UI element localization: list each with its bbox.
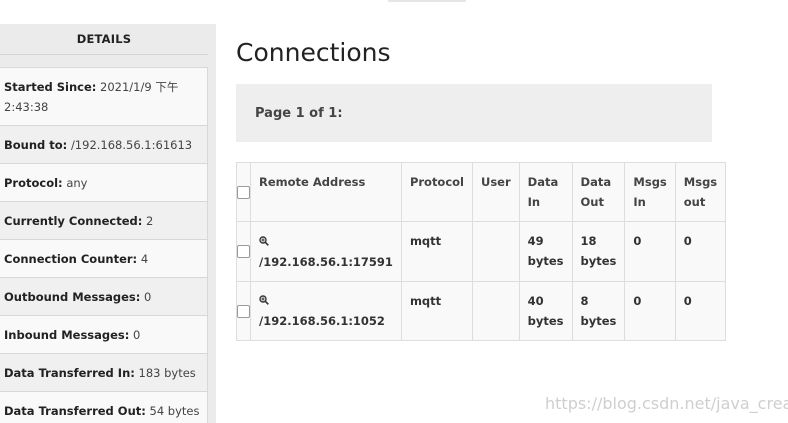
col-remote-address[interactable]: Remote Address [250, 162, 402, 222]
col-user[interactable]: User [472, 162, 520, 222]
remote-address-cell: /192.168.56.1:1052 [250, 280, 402, 341]
detail-value: 0 [144, 290, 152, 304]
detail-currently-connected: Currently Connected: 2 [0, 202, 208, 240]
select-all-checkbox[interactable] [237, 186, 250, 199]
page-indicator: Page 1 of 1: [255, 105, 343, 121]
detail-label: Outbound Messages: [4, 290, 141, 304]
detail-value: /192.168.56.1:61613 [70, 138, 193, 152]
table-row: /192.168.56.1:1052 mqtt 40 bytes 8 bytes… [236, 280, 727, 341]
detail-bound-to: Bound to: /192.168.56.1:61613 [0, 126, 208, 164]
msgs-out-cell: 0 [674, 280, 727, 341]
msgs-out-cell: 0 [674, 221, 727, 282]
table-row: /192.168.56.1:17591 mqtt 49 bytes 18 byt… [236, 221, 727, 282]
zoom-in-icon[interactable] [259, 291, 269, 311]
table-header-row: Remote Address Protocol User Data In Dat… [236, 162, 727, 222]
select-all-cell [236, 162, 251, 222]
row-checkbox[interactable] [237, 304, 250, 318]
detail-started-since: Started Since: 2021/1/9 下午 2:43:38 [0, 67, 208, 126]
row-checkbox[interactable] [237, 245, 250, 259]
remote-address: /192.168.56.1:17591 [259, 254, 393, 269]
col-msgs-out[interactable]: Msgs out [674, 162, 727, 222]
detail-label: Inbound Messages: [4, 328, 130, 342]
remote-address-cell: /192.168.56.1:17591 [250, 221, 402, 282]
row-select-cell [236, 280, 251, 341]
sidebar-title: DETAILS [0, 24, 208, 55]
top-divider [388, 0, 466, 2]
connections-table: Remote Address Protocol User Data In Dat… [236, 162, 727, 341]
pagination-bar: Page 1 of 1: [236, 84, 712, 142]
detail-label: Data Transferred Out: [4, 404, 146, 418]
data-in-cell: 49 bytes [518, 221, 573, 282]
details-sidebar: DETAILS Started Since: 2021/1/9 下午 2:43:… [0, 24, 216, 423]
user-cell [472, 280, 520, 341]
user-cell [472, 221, 520, 282]
msgs-in-cell: 0 [624, 221, 676, 282]
detail-inbound-messages: Inbound Messages: 0 [0, 316, 208, 354]
col-msgs-in[interactable]: Msgs In [624, 162, 676, 222]
detail-value: 183 bytes [138, 366, 196, 380]
col-data-out[interactable]: Data Out [571, 162, 626, 222]
remote-address: /192.168.56.1:1052 [259, 314, 385, 328]
detail-label: Connection Counter: [4, 252, 138, 266]
detail-label: Protocol: [4, 176, 63, 190]
detail-value: any [66, 176, 88, 190]
protocol-cell: mqtt [400, 280, 474, 341]
data-in-cell: 40 bytes [518, 280, 573, 341]
detail-data-transferred-out: Data Transferred Out: 54 bytes [0, 392, 208, 423]
detail-data-transferred-in: Data Transferred In: 183 bytes [0, 354, 208, 392]
detail-outbound-messages: Outbound Messages: 0 [0, 278, 208, 316]
col-data-in[interactable]: Data In [518, 162, 573, 222]
detail-value: 0 [133, 328, 141, 342]
detail-label: Bound to: [4, 138, 68, 152]
detail-value: 54 bytes [149, 404, 200, 418]
col-protocol[interactable]: Protocol [400, 162, 474, 222]
zoom-in-icon[interactable] [259, 232, 269, 252]
data-out-cell: 8 bytes [571, 280, 626, 341]
watermark: https://blog.csdn.net/java_creater [545, 394, 788, 413]
data-out-cell: 18 bytes [571, 221, 626, 282]
msgs-in-cell: 0 [624, 280, 676, 341]
detail-protocol: Protocol: any [0, 164, 208, 202]
details-list: Started Since: 2021/1/9 下午 2:43:38 Bound… [0, 67, 208, 423]
detail-label: Currently Connected: [4, 214, 143, 228]
page-title: Connections [236, 38, 391, 67]
detail-value: 4 [140, 252, 149, 266]
detail-label: Data Transferred In: [4, 366, 135, 380]
row-select-cell [236, 221, 251, 282]
detail-value: 2 [146, 214, 154, 228]
detail-connection-counter: Connection Counter: 4 [0, 240, 208, 278]
detail-label: Started Since: [4, 80, 97, 94]
protocol-cell: mqtt [400, 221, 474, 282]
